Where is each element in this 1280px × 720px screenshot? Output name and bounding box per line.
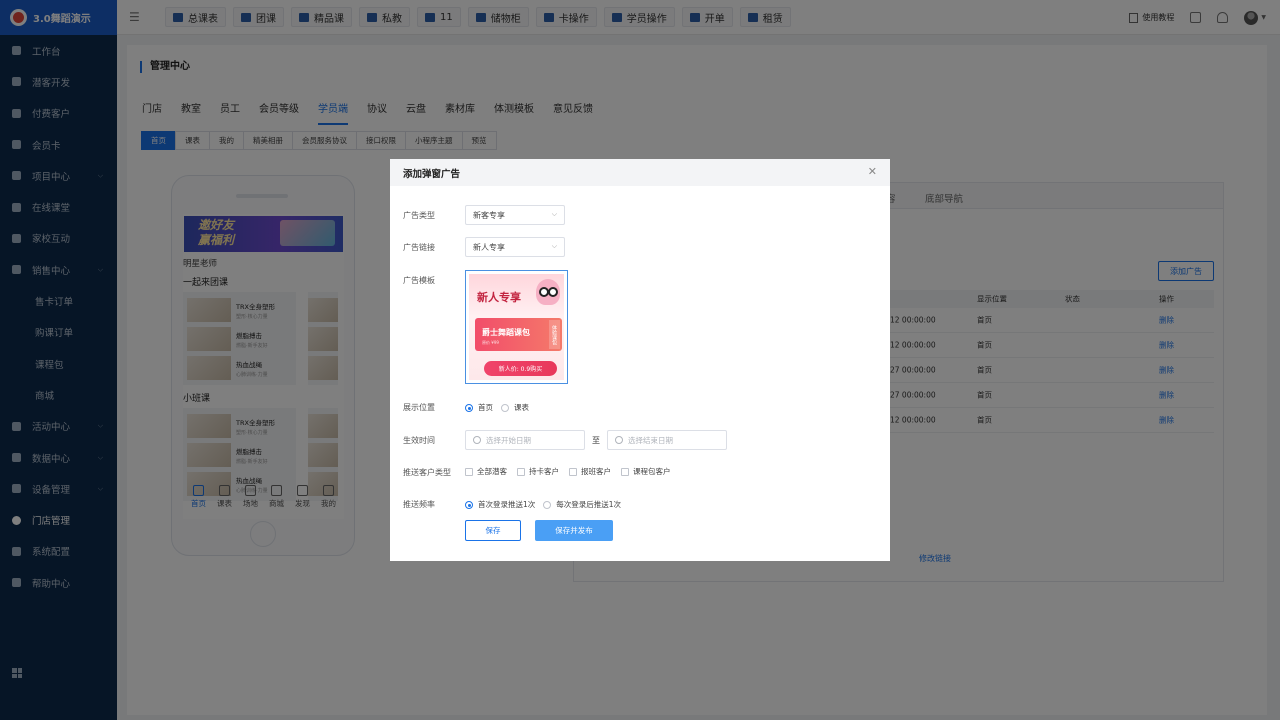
clock-icon (473, 436, 481, 444)
customer-type-checks: 全部潜客 持卡客户 报班客户 课程包客户 (465, 466, 671, 477)
template-buy-button: 新人价: 0.9购买 (484, 361, 557, 376)
save-and-publish-button[interactable]: 保存并发布 (535, 520, 613, 541)
dialog-header: 添加弹窗广告 ✕ (390, 159, 890, 186)
template-title: 新人专享 (477, 291, 521, 304)
chevron-down-icon: ⌵ (551, 210, 557, 218)
check-all-prospects[interactable]: 全部潜客 (465, 466, 507, 477)
ad-type-value: 新客专享 (473, 210, 505, 220)
start-date-input[interactable]: 选择开始日期 (465, 430, 585, 450)
add-popup-ad-dialog: 添加弹窗广告 ✕ 广告类型 新客专享 ⌵ 广告链接 新人专享 ⌵ 广告模板 新人… (390, 159, 890, 561)
check-label: 报班客户 (581, 467, 611, 476)
start-date-placeholder: 选择开始日期 (486, 435, 531, 445)
ad-link-select[interactable]: 新人专享 ⌵ (465, 237, 565, 257)
position-label: 展示位置 (403, 403, 435, 412)
customer-type-label: 推送客户类型 (403, 468, 451, 477)
end-date-placeholder: 选择结束日期 (628, 435, 673, 445)
template-card-tag: 体验课包 (549, 320, 560, 349)
dialog-title: 添加弹窗广告 (403, 168, 461, 180)
close-icon[interactable]: ✕ (868, 165, 877, 178)
end-date-input[interactable]: 选择结束日期 (607, 430, 727, 450)
mascot-illustration (536, 279, 560, 305)
template-label: 广告模板 (403, 276, 435, 285)
check-card-holders[interactable]: 持卡客户 (517, 466, 559, 477)
ad-type-select[interactable]: 新客专享 ⌵ (465, 205, 565, 225)
template-card-title: 爵士舞蹈课包 (482, 328, 530, 337)
ad-link-label: 广告链接 (403, 243, 435, 252)
position-schedule-radio[interactable]: 课表 (501, 402, 529, 413)
check-label: 持卡客户 (529, 467, 559, 476)
freq-first-login-radio[interactable]: 首次登录推送1次 (465, 499, 535, 510)
freq-every-login-radio[interactable]: 每次登录后推送1次 (543, 499, 621, 510)
frequency-radio-group: 首次登录推送1次 每次登录后推送1次 (465, 499, 621, 510)
radio-label: 首页 (478, 403, 493, 412)
check-class-enrolled[interactable]: 报班客户 (569, 466, 611, 477)
chevron-down-icon: ⌵ (551, 242, 557, 250)
check-package-customers[interactable]: 课程包客户 (621, 466, 671, 477)
radio-label: 课表 (514, 403, 529, 412)
ad-link-value: 新人专享 (473, 242, 505, 252)
ad-template-preview[interactable]: 新人专享 爵士舞蹈课包 原价 ¥99 体验课包 新人价: 0.9购买 (465, 270, 568, 384)
date-separator: 至 (592, 436, 600, 445)
template-card-sub: 原价 ¥99 (482, 340, 499, 345)
template-image: 新人专享 爵士舞蹈课包 原价 ¥99 体验课包 新人价: 0.9购买 (469, 274, 564, 380)
save-button[interactable]: 保存 (465, 520, 521, 541)
clock-icon (615, 436, 623, 444)
check-label: 全部潜客 (477, 467, 507, 476)
radio-label: 每次登录后推送1次 (556, 500, 622, 509)
check-label: 课程包客户 (633, 467, 671, 476)
time-label: 生效时间 (403, 436, 435, 445)
template-course-card: 爵士舞蹈课包 原价 ¥99 体验课包 (475, 318, 562, 351)
radio-label: 首次登录推送1次 (478, 500, 536, 509)
position-home-radio[interactable]: 首页 (465, 402, 493, 413)
ad-type-label: 广告类型 (403, 211, 435, 220)
position-radio-group: 首页 课表 (465, 402, 529, 413)
frequency-label: 推送频率 (403, 500, 435, 509)
